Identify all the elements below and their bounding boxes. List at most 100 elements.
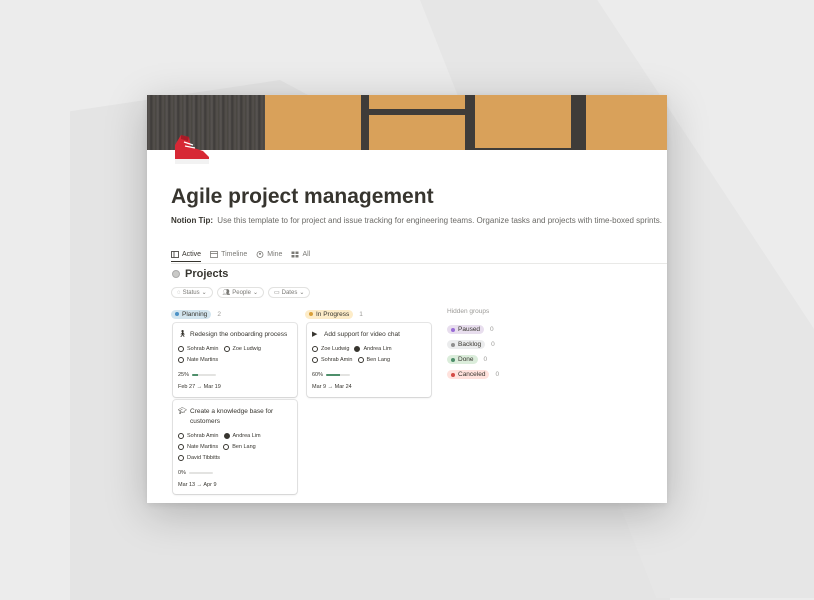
person-chip: Andrea Lim	[223, 433, 261, 439]
card-title-text: Add support for video chat	[324, 331, 400, 338]
progress-bar	[192, 374, 217, 376]
project-card[interactable]: 🎓︎ Create a knowledge base for customers…	[173, 400, 297, 494]
status-tag-planning[interactable]: Planning	[171, 309, 212, 319]
graduation-cap-icon: 🎓︎	[178, 408, 187, 415]
person-chip: Ben Lang	[357, 357, 391, 363]
filter-status[interactable]: ◌ Status ⌄	[171, 287, 213, 298]
status-tag-in-progress[interactable]: In Progress	[305, 309, 354, 319]
hidden-group-paused[interactable]: Paused 0	[447, 324, 537, 335]
view-tabs: Active Timeline Mine All	[171, 247, 310, 262]
person-chip: Sohrab Amin	[312, 357, 353, 363]
tag-label: In Progress	[316, 310, 350, 318]
hidden-groups: Hidden groups Paused 0 Backlog 0 Done 0 …	[447, 308, 537, 393]
tab-label: Mine	[267, 250, 283, 258]
database-icon	[172, 270, 180, 278]
chevron-down-icon: ⌄	[252, 290, 258, 296]
tab-timeline[interactable]: Timeline	[210, 247, 247, 261]
person-chip: Nate Martins	[178, 357, 218, 363]
tag-label: Planning	[182, 310, 208, 318]
group-count: 0	[483, 356, 488, 363]
filter-dates[interactable]: ▭ Dates ⌄	[267, 287, 311, 298]
status-tag-backlog: Backlog	[447, 340, 486, 349]
person-name: Andrea Lim	[363, 346, 392, 352]
card-dates: Mar 13 → Apr 9	[178, 482, 217, 488]
database-title[interactable]: Projects	[172, 268, 228, 280]
progress-label: 60%	[312, 372, 324, 378]
project-card[interactable]: 🚶︎ Redesign the onboarding process Sohra…	[173, 323, 297, 397]
people-icon: 👥︎	[222, 290, 231, 296]
hidden-groups-title: Hidden groups	[447, 308, 490, 315]
person-chip: Zoe Ludwig	[223, 346, 261, 352]
person-icon	[256, 250, 264, 258]
tag-label: Paused	[458, 326, 481, 333]
group-count: 0	[490, 326, 494, 333]
cover-note	[369, 95, 465, 109]
person-name: Zoe Ludwig	[321, 346, 350, 352]
page-title[interactable]: Agile project management	[171, 185, 434, 209]
avatar	[178, 346, 184, 352]
person-name: Andrea Lim	[232, 433, 261, 439]
filter-label: Dates	[281, 289, 298, 296]
tip-text: Use this template to for project and iss…	[217, 216, 662, 225]
avatar	[223, 433, 230, 439]
person-name: Ben Lang	[232, 444, 256, 450]
filter-label: Status	[182, 289, 200, 296]
project-card[interactable]: ▶︎ Add support for video chat Zoe Ludwig…	[307, 323, 431, 397]
people-row: Sohrab Amin Zoe Ludwig	[178, 346, 261, 352]
status-tag-canceled: Canceled	[447, 370, 490, 379]
hidden-group-backlog[interactable]: Backlog 0	[447, 339, 537, 350]
notion-page-window: Agile project management Notion Tip: Use…	[147, 95, 667, 503]
progress-row: 60%	[312, 372, 351, 378]
cover-image[interactable]	[147, 95, 667, 150]
progress-bar	[188, 472, 213, 474]
status-dot	[451, 327, 455, 332]
walking-person-icon: 🚶︎	[178, 331, 187, 338]
person-name: Zoe Ludwig	[232, 346, 261, 352]
grid-icon	[291, 251, 299, 257]
progress-fill	[192, 374, 199, 376]
progress-row: 0%	[178, 470, 213, 476]
page-tip: Notion Tip: Use this template to for pro…	[171, 216, 662, 225]
people-row: Nate Martins	[178, 357, 218, 363]
card-title-text: Redesign the onboarding process	[190, 331, 288, 338]
sneaker-icon[interactable]	[169, 129, 213, 169]
tag-label: Done	[458, 356, 474, 363]
hidden-group-canceled[interactable]: Canceled 0	[447, 369, 537, 380]
tab-label: All	[302, 250, 311, 258]
person-chip: Nate Martins	[178, 444, 218, 450]
status-dot	[451, 342, 455, 347]
progress-label: 0%	[178, 470, 186, 476]
tab-active[interactable]: Active	[171, 247, 202, 262]
cover-note	[265, 95, 361, 150]
card-dates: Feb 27 → Mar 19	[178, 384, 221, 390]
person-chip: Sohrab Amin	[178, 346, 219, 352]
hidden-group-done[interactable]: Done 0	[447, 354, 537, 365]
person-name: Sohrab Amin	[321, 357, 353, 363]
tab-all[interactable]: All	[291, 247, 310, 261]
people-row: Zoe Ludwig Andrea Lim	[312, 346, 392, 352]
status-dot	[451, 357, 455, 362]
chevron-down-icon: ⌄	[299, 290, 305, 296]
person-name: Ben Lang	[366, 357, 391, 363]
tab-mine[interactable]: Mine	[256, 247, 282, 261]
person-chip: Ben Lang	[223, 444, 256, 450]
avatar	[178, 357, 184, 363]
group-count: 2	[217, 310, 221, 318]
board-icon	[171, 250, 179, 258]
status-dot	[309, 312, 313, 316]
card-title: ▶︎ Add support for video chat	[312, 330, 424, 340]
people-row: Sohrab Amin Ben Lang	[312, 357, 390, 363]
status-tag-done: Done	[447, 355, 478, 364]
status-dot	[451, 372, 455, 377]
progress-row: 25%	[178, 372, 217, 378]
avatar	[178, 455, 184, 461]
avatar	[354, 346, 361, 352]
avatar	[312, 357, 318, 363]
tag-label: Canceled	[458, 371, 486, 378]
people-row: Sohrab Amin Andrea Lim	[178, 433, 261, 439]
progress-label: 25%	[178, 372, 190, 378]
avatar	[223, 346, 230, 352]
filter-people[interactable]: 👥︎ People ⌄	[216, 287, 264, 298]
people-row: Nate Martins Ben Lang	[178, 444, 256, 450]
board-column-in-progress: In Progress 1 ▶︎ Add support for video c…	[305, 308, 433, 403]
